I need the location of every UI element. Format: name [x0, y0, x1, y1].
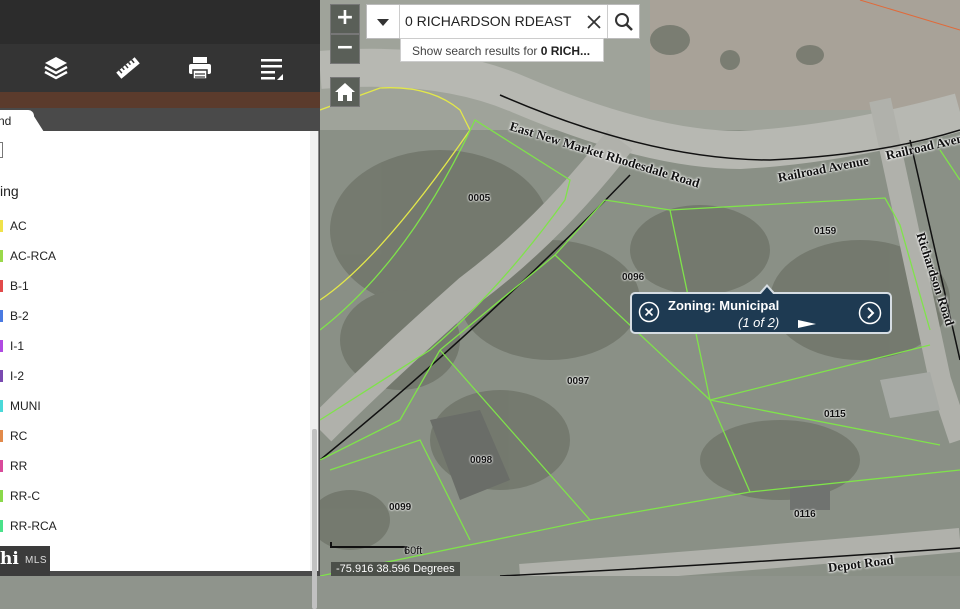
aerial-imagery [320, 0, 960, 576]
map-view[interactable]: 0005 0096 0159 0097 0115 0098 0099 0116 … [320, 0, 960, 576]
legend-item-label: RR [10, 459, 28, 473]
legend-item-label: RR-RCA [10, 519, 57, 533]
scale-label: 60ft [404, 545, 423, 557]
legend-item: I-1 [0, 338, 25, 354]
home-icon [335, 83, 355, 101]
legend-swatch [0, 220, 3, 232]
scrollbar-thumb[interactable] [312, 429, 317, 609]
legend-item: B-1 [0, 278, 29, 294]
logo-text: MLS [25, 555, 48, 566]
suggestion-term: 0 RICH... [540, 44, 591, 58]
parcel-label: 0096 [622, 272, 645, 283]
search-button[interactable] [607, 5, 640, 38]
legend-heading: ing [0, 183, 19, 199]
panel-header [0, 0, 320, 44]
legend-swatch [0, 280, 3, 292]
coordinate-readout: -75.916 38.596 Degrees [331, 562, 460, 576]
pointer-arrow-icon [798, 320, 816, 328]
close-icon [638, 301, 660, 323]
zoom-in-button[interactable]: + [330, 4, 360, 34]
parcel-label: 0115 [824, 409, 846, 420]
legend-item: RR-RCA [0, 518, 57, 534]
suggestion-prefix: Show search results for [412, 44, 541, 58]
list-icon[interactable] [258, 54, 286, 82]
legend-item: I-2 [0, 368, 25, 384]
legend-swatch [0, 340, 3, 352]
legend-swatch [0, 460, 3, 472]
legend-item-label: B-2 [10, 309, 29, 323]
parcel-label: 0116 [794, 509, 816, 520]
legend-item-label: RR-C [10, 489, 40, 503]
layers-icon[interactable] [42, 54, 70, 82]
parcel-label: 0159 [814, 226, 837, 237]
panel-divider [0, 92, 320, 108]
legend-item-label: AC [10, 219, 27, 233]
legend-item: B-2 [0, 308, 29, 324]
zoning-popup: Zoning: Municipal (1 of 2) [630, 284, 892, 334]
parcel-label: 0097 [567, 376, 590, 387]
search-icon [615, 13, 633, 31]
legend-item-label: MUNI [10, 399, 41, 413]
zoom-out-button[interactable]: − [330, 34, 360, 64]
legend-item: AC [0, 218, 27, 234]
print-icon[interactable] [186, 54, 214, 82]
legend-swatch [0, 490, 3, 502]
scale-bar [330, 542, 407, 554]
legend-swatch [0, 310, 3, 322]
search-source-dropdown[interactable] [367, 5, 400, 38]
logo: hi MLS [0, 546, 50, 576]
toolbar [0, 44, 320, 92]
home-button[interactable] [330, 77, 360, 107]
logo-mark: hi [0, 549, 19, 569]
popup-title: Zoning: Municipal [668, 298, 780, 313]
parcel-label: 0005 [468, 193, 491, 204]
legend-item: RR-C [0, 488, 40, 504]
legend-item-label: RC [10, 429, 28, 443]
legend-swatch [0, 400, 3, 412]
chevron-right-icon [858, 301, 882, 325]
legend-item: RR [0, 458, 28, 474]
popup-count: (1 of 2) [738, 315, 780, 330]
legend-item: AC-RCA [0, 248, 57, 264]
clear-search-button[interactable] [583, 11, 605, 33]
layer-checkbox[interactable] [0, 142, 3, 158]
legend-swatch [0, 430, 3, 442]
legend-swatch [0, 370, 3, 382]
legend-item: RC [0, 428, 28, 444]
search-bar: 0 RICHARDSON RDEAST [366, 4, 640, 39]
legend-item-label: AC-RCA [10, 249, 57, 263]
measure-icon[interactable] [114, 54, 142, 82]
popup-next-button[interactable] [858, 301, 882, 325]
legend-panel: ing AC AC-RCA B-1 B-2 I-1 I-2 MUNI RC RR RR-C RR-R… [0, 131, 319, 609]
legend-item-label: B-1 [10, 279, 29, 293]
legend-swatch [0, 520, 3, 532]
search-suggestion[interactable]: Show search results for 0 RICH... [400, 38, 604, 62]
legend-swatch [0, 250, 3, 262]
chevron-down-icon [377, 19, 389, 26]
legend-item: MUNI [0, 398, 41, 414]
legend-item-label: I-1 [10, 339, 25, 353]
parcel-label: 0098 [470, 455, 493, 466]
popup-pointer [758, 284, 776, 295]
close-icon [587, 15, 601, 29]
popup-close-button[interactable] [638, 301, 660, 323]
search-input[interactable]: 0 RICHARDSON RDEAST [405, 5, 571, 38]
tab-legend[interactable]: nd [0, 110, 34, 132]
side-panel: nd ing AC AC-RCA B-1 B-2 I-1 I-2 MUNI RC RR RR-C R… [0, 0, 320, 609]
parcel-label: 0099 [389, 502, 412, 513]
legend-item-label: I-2 [10, 369, 25, 383]
